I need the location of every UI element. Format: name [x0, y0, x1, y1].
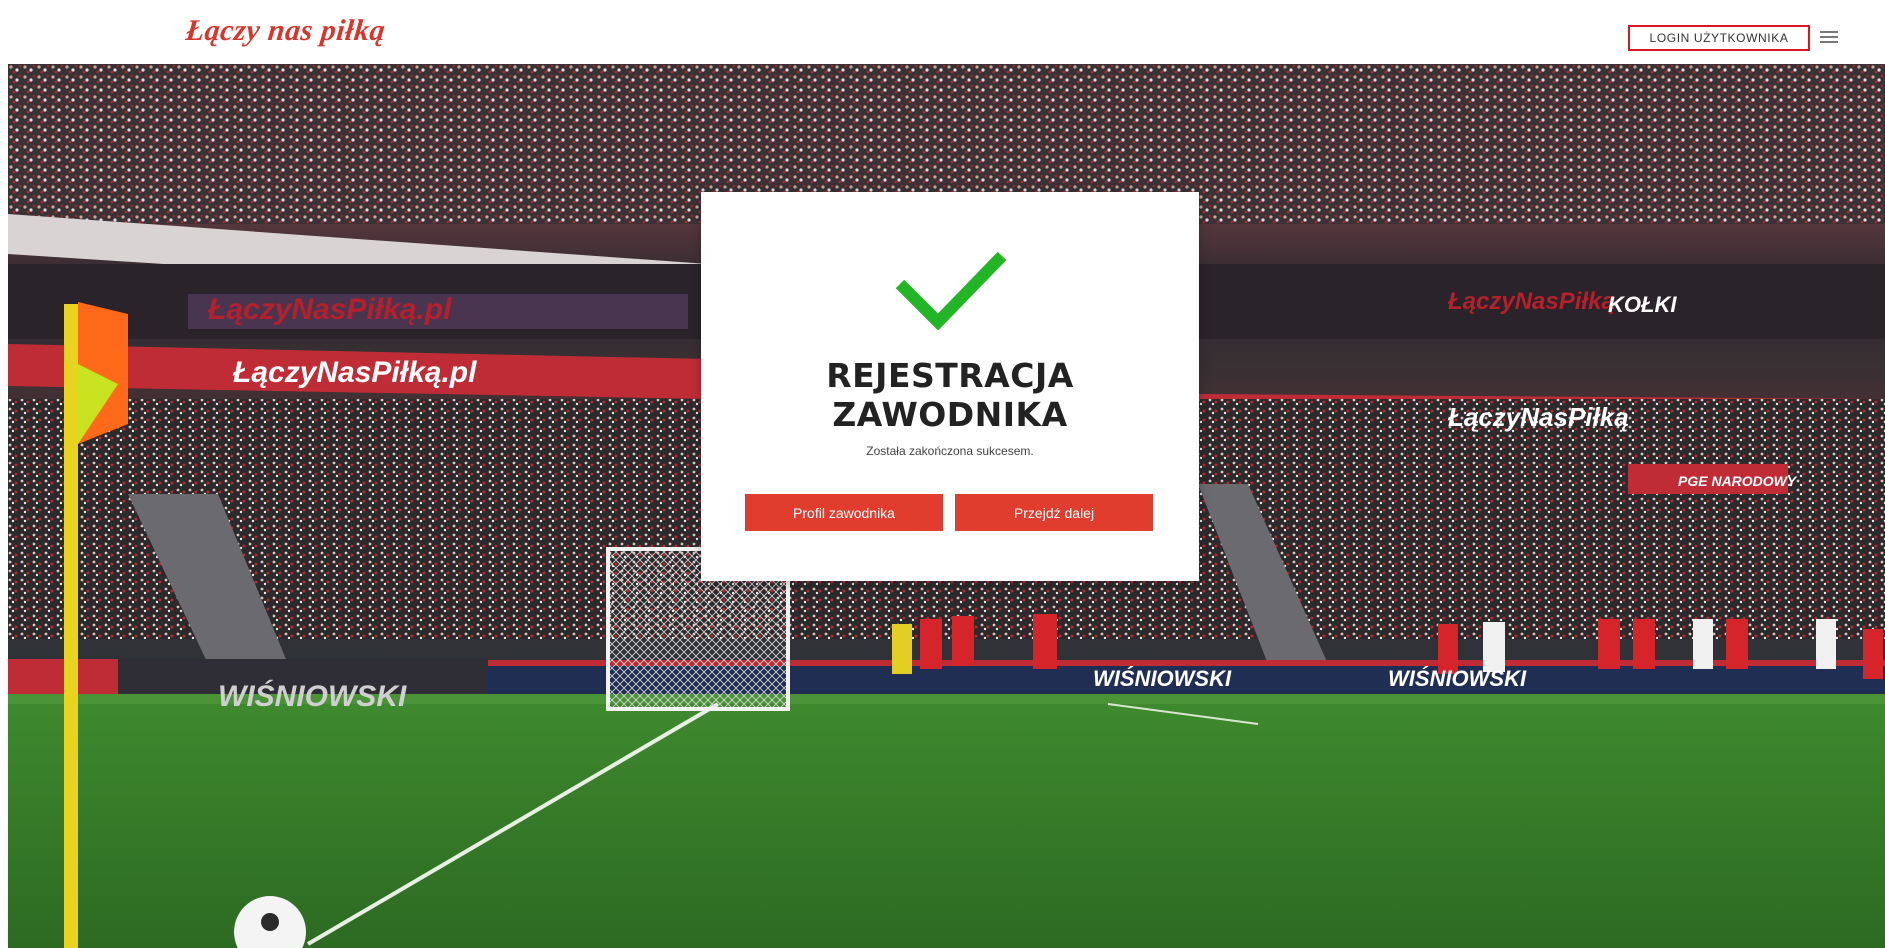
banner-text-upper-left: ŁączyNasPiłką.pl: [207, 293, 452, 326]
banner-text-mid-left: ŁączyNasPiłką.pl: [232, 356, 477, 389]
banner-text-wisniowski-left: WIŚNIOWSKI: [218, 679, 407, 713]
registration-success-modal: REJESTRACJA ZAWODNIKA Została zakończona…: [701, 192, 1199, 581]
modal-title: REJESTRACJA ZAWODNIKA: [701, 356, 1199, 434]
player-profile-button[interactable]: Profil zawodnika: [745, 494, 943, 531]
banner-text-wisniowski-right: WIŚNIOWSKI: [1388, 666, 1527, 691]
banner-text-kolki: KOŁKI: [1608, 292, 1677, 317]
login-button[interactable]: LOGIN UŻYTKOWNIKA: [1628, 25, 1810, 51]
banner-text-mid-right: ŁączyNasPiłką: [1447, 402, 1629, 432]
check-icon: [895, 251, 1007, 330]
modal-subtitle: Została zakończona sukcesem.: [866, 444, 1034, 458]
continue-button[interactable]: Przejdź dalej: [955, 494, 1153, 531]
site-logo[interactable]: Łączy nas piłką: [184, 14, 387, 48]
hamburger-icon[interactable]: [1820, 31, 1840, 45]
modal-title-line1: REJESTRACJA: [826, 356, 1074, 395]
banner-text-pge: PGE NARODOWY: [1678, 473, 1798, 489]
modal-title-line2: ZAWODNIKA: [832, 395, 1068, 434]
banner-text-wisniowski-center: WIŚNIOWSKI: [1093, 666, 1232, 691]
banner-text-upper-right: ŁączyNasPiłką: [1447, 288, 1615, 315]
site-header: Łączy nas piłką LOGIN UŻYTKOWNIKA: [0, 0, 1885, 64]
